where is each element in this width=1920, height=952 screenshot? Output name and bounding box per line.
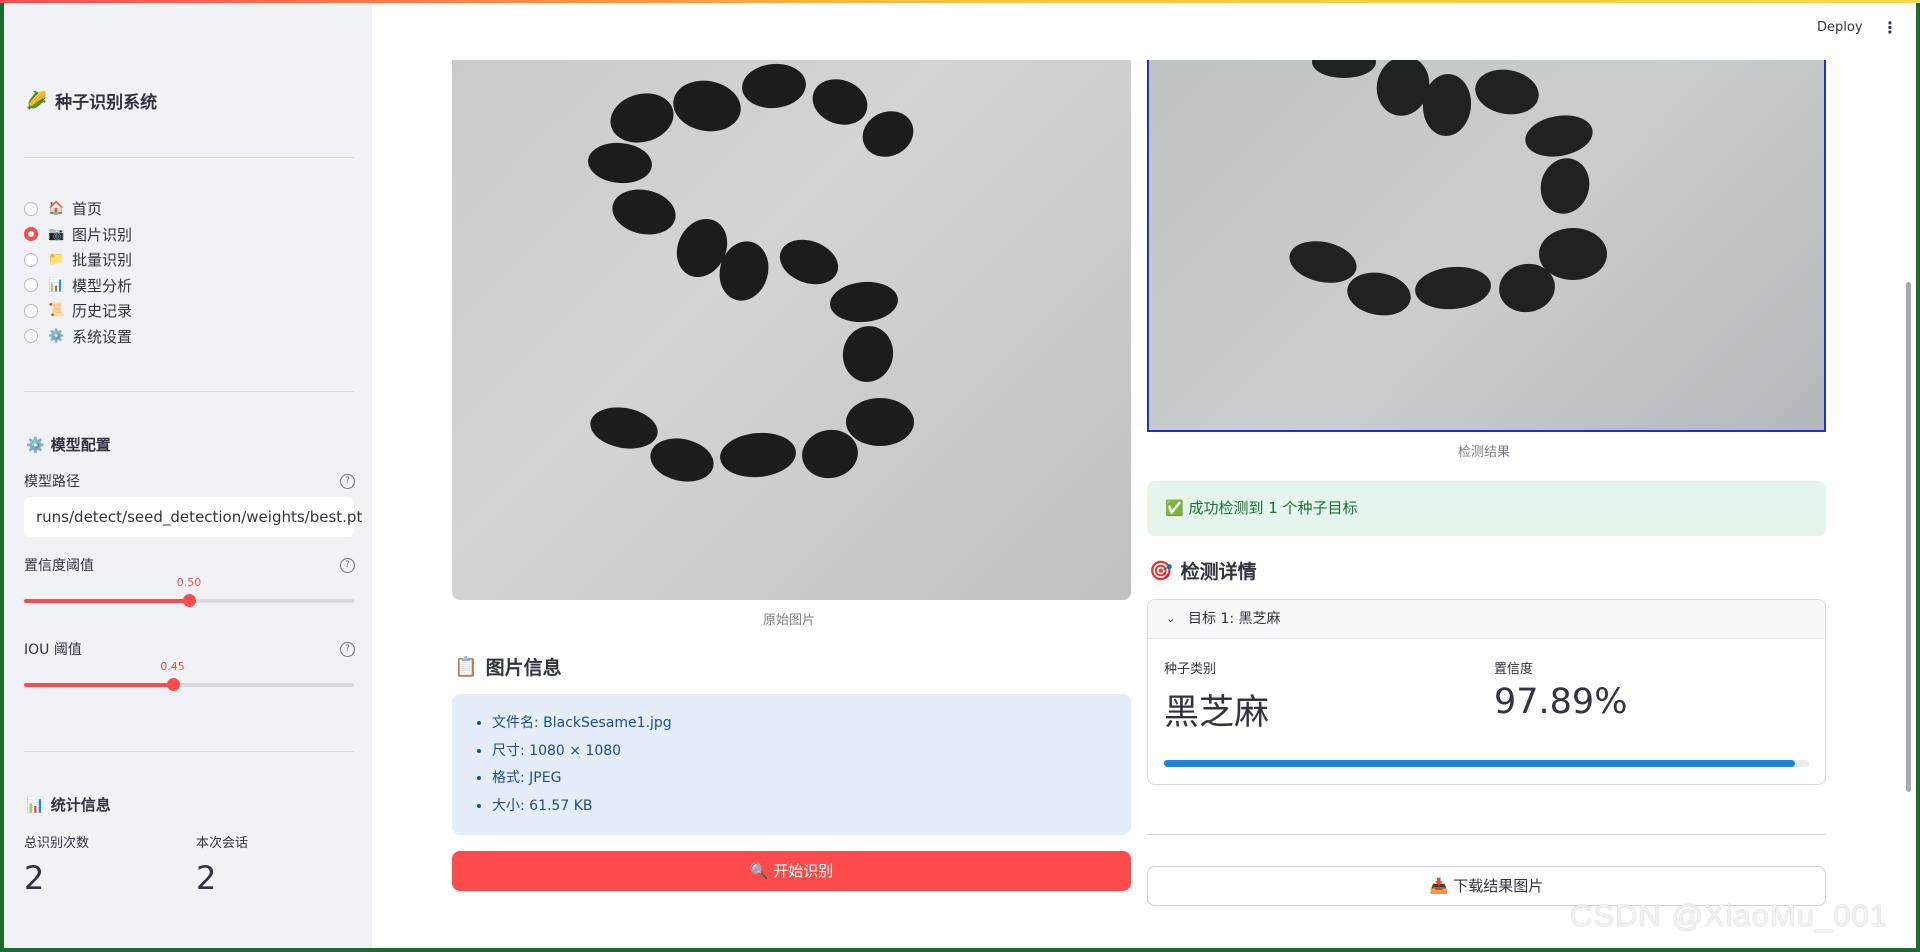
stats-heading: 📊 统计信息 <box>26 795 111 815</box>
image-info-box: 文件名: BlackSesame1.jpg 尺寸: 1080 × 1080 格式… <box>452 694 1131 835</box>
kebab-menu-icon[interactable]: ⋮ <box>1882 18 1898 37</box>
info-format: 格式: JPEG <box>492 765 1131 793</box>
nav-label: 首页 <box>72 200 103 219</box>
confidence-progress-bar <box>1164 760 1809 767</box>
model-path-label: 模型路径 <box>24 474 80 490</box>
target-icon: 🎯 <box>1149 560 1173 582</box>
model-path-input[interactable]: runs/detect/seed_detection/weights/best.… <box>24 497 362 537</box>
app-title: 🌽 种子识别系统 <box>26 90 158 114</box>
divider <box>24 391 354 392</box>
info-size: 大小: 61.57 KB <box>492 793 1131 821</box>
result-image <box>1147 60 1826 432</box>
watermark: CSDN @XiaoMu_001 <box>1570 898 1888 933</box>
confidence-slider[interactable]: 0.50 <box>24 576 354 607</box>
download-icon: 📥 <box>1429 877 1449 895</box>
nav-item-2[interactable]: 📁 批量识别 <box>24 247 132 273</box>
nav-icon: 📷 <box>48 226 65 242</box>
sidebar: 🌽 种子识别系统 🏠 首页 📷 图片识别 📁 批量识别 📊 模型分析 📜 历史记录 ⚙️ 系统设置 ⚙… <box>4 3 372 949</box>
gear-icon: ⚙️ <box>26 435 45 454</box>
sesame-seeds-photo <box>588 63 914 482</box>
nav-radio-group: 🏠 首页 📷 图片识别 📁 批量识别 📊 模型分析 📜 历史记录 ⚙️ 系统设置 <box>24 196 132 349</box>
radio-button[interactable] <box>24 303 38 318</box>
category-label: 种子类别 <box>1164 662 1217 677</box>
confidence-value: 97.89% <box>1494 682 1628 722</box>
category-value: 黑芝麻 <box>1164 693 1270 733</box>
divider <box>24 751 354 752</box>
nav-item-4[interactable]: 📜 历史记录 <box>24 298 132 324</box>
radio-button[interactable] <box>24 227 38 242</box>
top-accent-bar <box>0 0 1920 3</box>
chevron-down-icon: ⌄ <box>1166 612 1176 625</box>
total-count-value: 2 <box>24 859 45 897</box>
nav-label: 系统设置 <box>72 327 133 346</box>
confidence-threshold-label: 置信度阈值 <box>24 558 94 574</box>
help-icon[interactable]: ? <box>340 642 355 657</box>
nav-item-0[interactable]: 🏠 首页 <box>24 196 132 222</box>
detection-details-heading: 🎯 检测详情 <box>1149 560 1257 583</box>
confidence-label: 置信度 <box>1494 662 1534 677</box>
target-expander: ⌄ 目标 1: 黑芝麻 种子类别 黑芝麻 置信度 97.89% <box>1147 599 1826 785</box>
iou-threshold-label: IOU 阈值 <box>24 642 82 658</box>
slider-fill <box>24 599 189 603</box>
nav-icon: ⚙️ <box>48 328 65 344</box>
session-count-value: 2 <box>196 859 217 897</box>
slider-thumb[interactable] <box>183 594 196 607</box>
nav-icon: 📊 <box>48 277 65 293</box>
nav-item-3[interactable]: 📊 模型分析 <box>24 273 132 299</box>
radio-button[interactable] <box>24 278 38 293</box>
radio-button[interactable] <box>24 252 38 267</box>
original-image-caption: 原始图片 <box>763 613 816 628</box>
nav-label: 历史记录 <box>72 302 133 321</box>
original-image <box>452 60 1131 600</box>
slider-thumb[interactable] <box>166 678 180 691</box>
detection-result-photo <box>1289 60 1607 316</box>
info-filename: 文件名: BlackSesame1.jpg <box>492 710 1131 738</box>
help-icon[interactable]: ? <box>340 558 355 573</box>
nav-icon: 📁 <box>48 252 65 268</box>
nav-label: 图片识别 <box>72 225 133 244</box>
start-recognition-button[interactable]: 🔍 开始识别 <box>452 851 1131 891</box>
radio-button[interactable] <box>24 329 38 344</box>
nav-icon: 📜 <box>48 303 65 319</box>
image-info-heading: 📋 图片信息 <box>454 656 562 679</box>
nav-label: 模型分析 <box>72 276 133 295</box>
nav-icon: 🏠 <box>48 201 65 217</box>
scrollbar[interactable] <box>1906 282 1911 792</box>
clipboard-icon: 📋 <box>454 656 478 678</box>
slider-fill <box>24 683 173 687</box>
session-count-label: 本次会话 <box>196 836 249 851</box>
deploy-button[interactable]: Deploy <box>1817 20 1863 35</box>
divider <box>24 157 354 158</box>
divider <box>1147 834 1826 835</box>
nav-item-5[interactable]: ⚙️ 系统设置 <box>24 324 132 350</box>
model-config-heading: ⚙️ 模型配置 <box>26 435 111 455</box>
expander-header[interactable]: ⌄ 目标 1: 黑芝麻 <box>1148 600 1825 639</box>
bar-chart-icon: 📊 <box>26 795 45 814</box>
radio-button[interactable] <box>24 201 38 216</box>
slider-value: 0.50 <box>176 576 202 589</box>
success-alert: ✅ 成功检测到 1 个种子目标 <box>1147 481 1826 536</box>
info-dimensions: 尺寸: 1080 × 1080 <box>492 738 1131 766</box>
progress-fill <box>1164 760 1796 767</box>
slider-value: 0.45 <box>160 660 185 673</box>
total-count-label: 总识别次数 <box>24 836 90 851</box>
iou-slider[interactable]: 0.45 <box>24 660 354 691</box>
seed-icon: 🌽 <box>26 90 48 111</box>
help-icon[interactable]: ? <box>340 474 355 489</box>
nav-label: 批量识别 <box>72 251 133 270</box>
magnifier-icon: 🔍 <box>749 862 769 880</box>
result-image-caption: 检测结果 <box>1458 445 1511 460</box>
nav-item-1[interactable]: 📷 图片识别 <box>24 222 132 248</box>
check-icon: ✅ <box>1165 499 1184 517</box>
